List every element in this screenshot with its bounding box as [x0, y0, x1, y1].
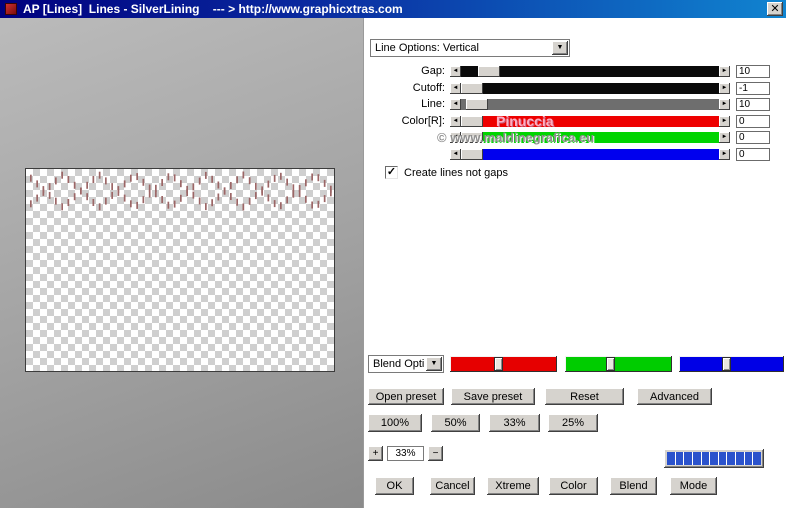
- slider-track[interactable]: [461, 99, 719, 110]
- scroll-left-icon[interactable]: ◄: [450, 66, 461, 77]
- scroll-right-icon[interactable]: ►: [719, 116, 730, 127]
- app-icon: [5, 3, 17, 15]
- slider-track[interactable]: [461, 149, 719, 160]
- color-b-value-field[interactable]: [736, 148, 770, 161]
- color-r-slider[interactable]: ◄ ►: [450, 116, 730, 127]
- blue-channel-slider[interactable]: [679, 356, 784, 372]
- watermark-text: Pinuccia: [496, 113, 554, 129]
- color-g-value-field[interactable]: [736, 131, 770, 144]
- preview-canvas: [25, 168, 335, 372]
- blend-options-dropdown[interactable]: Blend Opti ▼: [368, 355, 444, 373]
- close-button[interactable]: ✕: [767, 2, 783, 16]
- cutoff-label: Cutoff:: [412, 82, 445, 94]
- slider-thumb[interactable]: [466, 99, 488, 110]
- create-lines-label: Create lines not gaps: [404, 167, 508, 179]
- slider-thumb[interactable]: [722, 357, 731, 371]
- scroll-right-icon[interactable]: ►: [719, 83, 730, 94]
- slider-thumb[interactable]: [494, 357, 503, 371]
- cancel-button[interactable]: Cancel: [430, 477, 475, 495]
- mode-button[interactable]: Mode: [670, 477, 717, 495]
- slider-thumb[interactable]: [461, 83, 483, 94]
- line-slider[interactable]: ◄ ►: [450, 99, 730, 110]
- preview-pattern: [30, 171, 332, 211]
- line-label: Line:: [421, 98, 445, 110]
- zoom-25-button[interactable]: 25%: [548, 414, 598, 432]
- scroll-left-icon[interactable]: ◄: [450, 99, 461, 110]
- zoom-50-button[interactable]: 50%: [431, 414, 480, 432]
- watermark-url: © www.maldinegrafica.eu: [437, 130, 595, 145]
- scroll-left-icon[interactable]: ◄: [450, 149, 461, 160]
- color-b-slider[interactable]: ◄ ►: [450, 149, 730, 160]
- color-r-label: Color[R]:: [401, 115, 445, 127]
- save-preset-button[interactable]: Save preset: [451, 388, 535, 405]
- zoom-out-button[interactable]: −: [428, 446, 443, 461]
- progress-bar: [664, 449, 764, 468]
- gap-value-field[interactable]: [736, 65, 770, 78]
- slider-track[interactable]: [461, 83, 719, 94]
- zoom-100-button[interactable]: 100%: [368, 414, 422, 432]
- slider-thumb[interactable]: [478, 66, 500, 77]
- plugin-window: AP [Lines] Lines - SilverLining --- > ht…: [0, 0, 786, 508]
- zoom-in-button[interactable]: +: [368, 446, 383, 461]
- red-channel-slider[interactable]: [450, 356, 557, 372]
- open-preset-button[interactable]: Open preset: [368, 388, 444, 405]
- scroll-right-icon[interactable]: ►: [719, 149, 730, 160]
- zoom-33-button[interactable]: 33%: [489, 414, 540, 432]
- color-button[interactable]: Color: [549, 477, 598, 495]
- chevron-down-icon[interactable]: ▼: [552, 41, 568, 55]
- blend-options-value: Blend Opti: [373, 358, 425, 370]
- progress-segments: [667, 452, 762, 465]
- blend-button[interactable]: Blend: [610, 477, 657, 495]
- line-value-field[interactable]: [736, 98, 770, 111]
- gap-slider[interactable]: ◄ ►: [450, 66, 730, 77]
- green-channel-slider[interactable]: [565, 356, 672, 372]
- scroll-left-icon[interactable]: ◄: [450, 83, 461, 94]
- scroll-left-icon[interactable]: ◄: [450, 116, 461, 127]
- xtreme-button[interactable]: Xtreme: [487, 477, 539, 495]
- scroll-right-icon[interactable]: ►: [719, 99, 730, 110]
- reset-button[interactable]: Reset: [545, 388, 624, 405]
- line-options-dropdown[interactable]: Line Options: Vertical ▼: [370, 39, 570, 57]
- scroll-right-icon[interactable]: ►: [719, 66, 730, 77]
- scroll-right-icon[interactable]: ►: [719, 132, 730, 143]
- slider-thumb[interactable]: [461, 149, 483, 160]
- color-r-value-field[interactable]: [736, 115, 770, 128]
- ok-button[interactable]: OK: [375, 477, 414, 495]
- line-options-value: Line Options: Vertical: [375, 42, 479, 54]
- zoom-level-display: 33%: [387, 446, 424, 461]
- check-icon: ✓: [386, 166, 397, 178]
- window-title: AP [Lines] Lines - SilverLining --- > ht…: [23, 2, 403, 16]
- slider-thumb[interactable]: [606, 357, 615, 371]
- titlebar[interactable]: AP [Lines] Lines - SilverLining --- > ht…: [0, 0, 786, 18]
- create-lines-checkbox[interactable]: ✓: [385, 166, 398, 179]
- cutoff-slider[interactable]: ◄ ►: [450, 83, 730, 94]
- close-icon: ✕: [770, 2, 780, 15]
- slider-thumb[interactable]: [461, 116, 483, 127]
- advanced-button[interactable]: Advanced: [637, 388, 712, 405]
- gap-label: Gap:: [421, 65, 445, 77]
- cutoff-value-field[interactable]: [736, 82, 770, 95]
- chevron-down-icon[interactable]: ▼: [426, 357, 442, 371]
